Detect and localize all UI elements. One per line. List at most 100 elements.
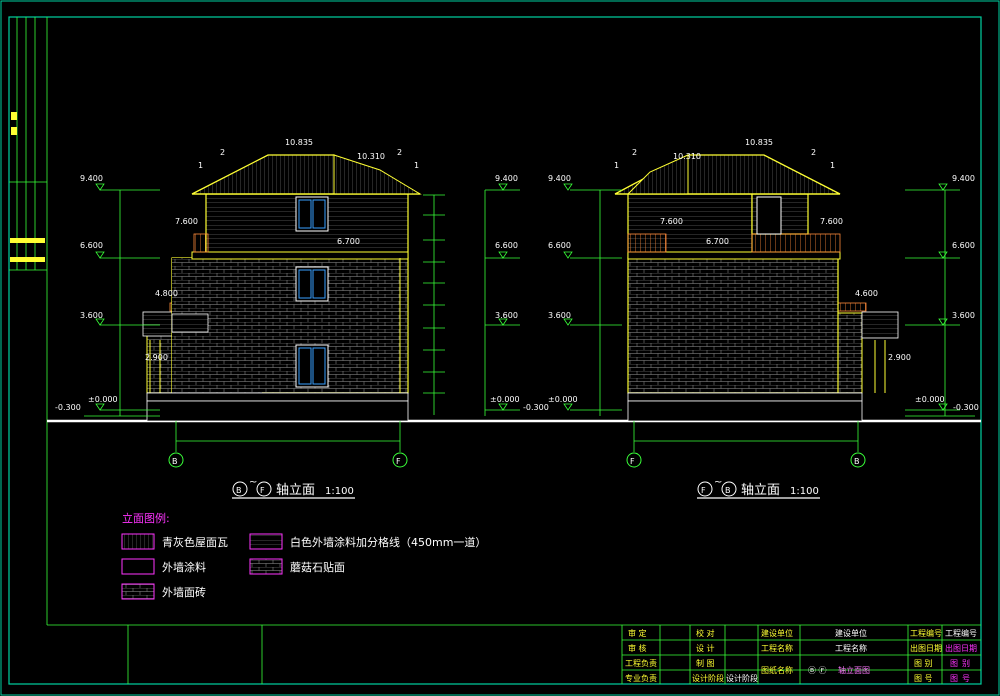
svg-text:3.600: 3.600: [495, 311, 518, 320]
cad-drawing-canvas: 10.835 10.310 9.400 6.600 3.600 ±0.000 -…: [0, 0, 1000, 696]
svg-text:轴立面: 轴立面: [741, 483, 780, 498]
svg-text:7.600: 7.600: [820, 217, 843, 226]
svg-text:±0.000: ±0.000: [88, 395, 118, 404]
svg-text:建设单位: 建设单位: [835, 628, 867, 638]
svg-text:6.600: 6.600: [495, 241, 518, 250]
svg-text:2.900: 2.900: [145, 353, 168, 362]
svg-text:审 定: 审 定: [628, 628, 647, 638]
svg-text:-0.300: -0.300: [55, 403, 81, 412]
svg-text:图: 图: [950, 674, 958, 683]
svg-text:轴立面图: 轴立面图: [838, 665, 870, 675]
svg-text:Ⓑ Ⓕ: Ⓑ Ⓕ: [808, 666, 827, 675]
right-axis-bubbles: F B: [626, 452, 866, 468]
svg-text:别: 别: [962, 659, 970, 668]
svg-text:设计阶段: 设计阶段: [692, 673, 724, 683]
svg-text:工程编号: 工程编号: [945, 628, 977, 638]
svg-text:6.700: 6.700: [337, 237, 360, 246]
svg-text:6.700: 6.700: [706, 237, 729, 246]
svg-text:±0.000: ±0.000: [915, 395, 945, 404]
svg-text:1: 1: [198, 161, 203, 170]
right-elevation: [614, 154, 899, 422]
svg-text:6.600: 6.600: [80, 241, 103, 250]
svg-text:B: B: [172, 457, 178, 466]
right-elevation-title: F ~ B 轴立面 1:100: [697, 477, 820, 499]
svg-text:出图日期: 出图日期: [945, 643, 977, 653]
left-signature-strip: [9, 17, 47, 271]
svg-text:~: ~: [714, 477, 722, 488]
svg-text:1:100: 1:100: [790, 486, 819, 497]
svg-text:4.800: 4.800: [155, 289, 178, 298]
svg-text:-0.300: -0.300: [523, 403, 549, 412]
svg-text:2: 2: [632, 148, 637, 157]
svg-text:F: F: [260, 486, 265, 495]
svg-text:建设单位: 建设单位: [761, 628, 793, 638]
left-elevation: [142, 154, 445, 422]
legend-swatch-mushroom-stone: [249, 558, 283, 575]
svg-text:制 图: 制 图: [696, 658, 715, 668]
svg-text:图 别: 图 别: [914, 659, 933, 668]
svg-text:设 计: 设 计: [696, 643, 715, 653]
svg-text:审 核: 审 核: [628, 643, 647, 653]
svg-text:3.600: 3.600: [548, 311, 571, 320]
svg-text:F: F: [701, 486, 706, 495]
svg-text:B: B: [236, 486, 242, 495]
svg-text:~: ~: [249, 477, 257, 488]
svg-text:工程负责: 工程负责: [625, 658, 657, 668]
legend-swatch-white-paint: [249, 533, 283, 550]
svg-text:10.835: 10.835: [745, 138, 773, 147]
svg-text:B: B: [725, 486, 731, 495]
svg-text:2: 2: [811, 148, 816, 157]
svg-text:图: 图: [950, 659, 958, 668]
svg-text:9.400: 9.400: [548, 174, 571, 183]
svg-text:4.600: 4.600: [855, 289, 878, 298]
svg-text:出图日期: 出图日期: [910, 643, 942, 653]
legend-swatch-wall-tile: [121, 583, 155, 600]
svg-text:专业负责: 专业负责: [625, 673, 657, 683]
title-block-text: 审 定 审 核 工程负责 专业负责 校 对 设 计 制 图 设计阶段 设计阶段 …: [625, 628, 977, 683]
svg-text:±0.000: ±0.000: [490, 395, 520, 404]
svg-text:1:100: 1:100: [325, 486, 354, 497]
svg-text:9.400: 9.400: [80, 174, 103, 183]
svg-text:号: 号: [962, 674, 970, 683]
svg-text:图 号: 图 号: [914, 674, 933, 683]
svg-text:B: B: [854, 457, 860, 466]
left-axis-bubbles: B F: [168, 452, 408, 468]
svg-text:10.310: 10.310: [357, 152, 385, 161]
svg-text:蘑菇石贴面: 蘑菇石贴面: [290, 560, 345, 574]
svg-text:2.900: 2.900: [888, 353, 911, 362]
left-elevation-title: B ~ F 轴立面 1:100: [232, 477, 355, 499]
svg-text:图纸名称: 图纸名称: [761, 665, 793, 675]
svg-text:1: 1: [830, 161, 835, 170]
svg-text:2: 2: [220, 148, 225, 157]
svg-text:10.835: 10.835: [285, 138, 313, 147]
svg-text:10.310: 10.310: [673, 152, 701, 161]
svg-text:2: 2: [397, 148, 402, 157]
svg-text:3.600: 3.600: [952, 311, 975, 320]
svg-text:设计阶段: 设计阶段: [726, 673, 758, 683]
legend-swatch-roof-tile: [121, 533, 155, 550]
svg-text:校 对: 校 对: [696, 628, 715, 638]
svg-text:白色外墙涂料加分格线（450mm一道）: 白色外墙涂料加分格线（450mm一道）: [290, 535, 486, 549]
svg-text:外墙面砖: 外墙面砖: [162, 585, 206, 599]
svg-text:6.600: 6.600: [548, 241, 571, 250]
svg-text:9.400: 9.400: [952, 174, 975, 183]
svg-text:F: F: [396, 457, 401, 466]
svg-text:1: 1: [614, 161, 619, 170]
svg-text:立面图例:: 立面图例:: [122, 511, 170, 525]
svg-text:3.600: 3.600: [80, 311, 103, 320]
svg-text:轴立面: 轴立面: [276, 483, 315, 498]
svg-text:工程名称: 工程名称: [761, 643, 793, 653]
svg-text:1: 1: [414, 161, 419, 170]
svg-text:7.600: 7.600: [175, 217, 198, 226]
legend: 立面图例: 青灰色屋面瓦 白色外墙涂料加分格线（450mm一道） 外墙涂料 蘑菇…: [121, 511, 486, 600]
svg-text:F: F: [630, 457, 635, 466]
svg-text:6.600: 6.600: [952, 241, 975, 250]
svg-text:-0.300: -0.300: [953, 403, 979, 412]
svg-text:工程编号: 工程编号: [910, 628, 942, 638]
svg-text:9.400: 9.400: [495, 174, 518, 183]
svg-text:外墙涂料: 外墙涂料: [162, 560, 206, 574]
svg-text:青灰色屋面瓦: 青灰色屋面瓦: [162, 535, 228, 549]
svg-text:±0.000: ±0.000: [548, 395, 578, 404]
svg-text:工程名称: 工程名称: [835, 643, 867, 653]
svg-text:7.600: 7.600: [660, 217, 683, 226]
